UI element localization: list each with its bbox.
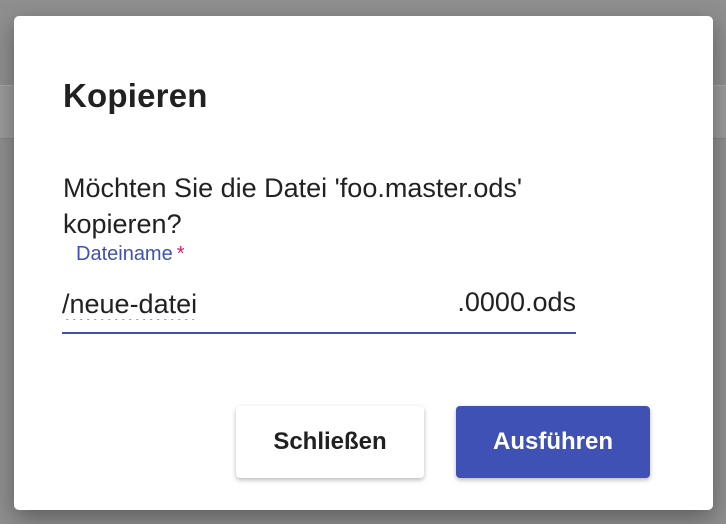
- run-button[interactable]: Ausführen: [456, 406, 650, 478]
- filename-underline: [62, 332, 576, 334]
- copy-dialog: Kopieren Möchten Sie die Datei 'foo.mast…: [14, 16, 713, 510]
- filename-label: Dateiname *: [76, 243, 185, 266]
- required-marker: *: [176, 243, 185, 265]
- close-button[interactable]: Schließen: [236, 406, 424, 478]
- filename-field: Dateiname* .0000.ods: [62, 242, 576, 334]
- filename-input[interactable]: [62, 284, 422, 324]
- dialog-title: Kopieren: [63, 77, 208, 114]
- filename-label-text: Dateiname: [76, 243, 173, 265]
- filename-suffix: .0000.ods: [457, 287, 576, 317]
- dialog-message: Möchten Sie die Datei 'foo.master.ods' k…: [63, 173, 523, 239]
